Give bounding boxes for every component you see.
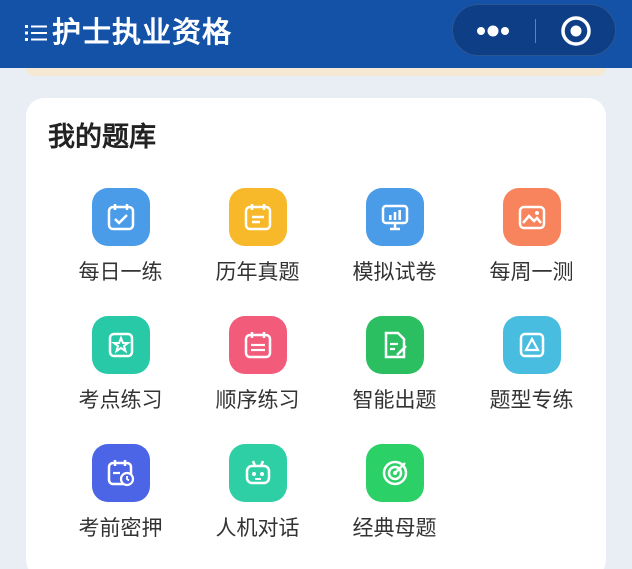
bank-item-label: 模拟试卷 — [352, 260, 437, 284]
banner-edge — [26, 68, 606, 76]
picture-icon — [518, 205, 546, 230]
question-types-tile — [503, 316, 561, 374]
calendar-order-icon — [244, 332, 272, 359]
bank-item-dialogue[interactable]: 人机对话 — [189, 444, 326, 564]
pre-exam-tile — [92, 444, 150, 502]
triangle-frame-icon — [519, 332, 545, 358]
bank-item-label: 经典母题 — [352, 516, 437, 540]
document-edit-icon — [384, 331, 407, 359]
mini-program-capsule — [452, 4, 616, 56]
bank-item-label: 题型专练 — [489, 388, 574, 412]
target-icon — [382, 460, 408, 486]
smart-questions-tile — [366, 316, 424, 374]
bank-item-sequential[interactable]: 顺序练习 — [189, 316, 326, 436]
calendar-check-icon — [107, 204, 135, 231]
question-bank-card: 我的题库 每日一练 历年真题 模拟试卷 每周一测 考点练习 顺序练习 智能出题 … — [26, 98, 606, 569]
past-exams-tile — [229, 188, 287, 246]
bank-item-label: 考点练习 — [78, 388, 163, 412]
sequential-tile — [229, 316, 287, 374]
classic-questions-tile — [366, 444, 424, 502]
bank-item-label: 每周一测 — [489, 260, 574, 284]
top-bar: 护士执业资格 — [0, 0, 632, 68]
more-button[interactable] — [453, 5, 535, 57]
presentation-chart-icon — [381, 204, 409, 231]
mock-exam-tile — [366, 188, 424, 246]
bank-item-label: 考前密押 — [78, 516, 163, 540]
bank-item-mock-exam[interactable]: 模拟试卷 — [326, 188, 463, 308]
dialogue-tile — [229, 444, 287, 502]
list-menu-icon[interactable] — [24, 21, 48, 45]
bank-item-label: 每日一练 — [78, 260, 163, 284]
robot-icon — [245, 460, 271, 485]
target-close-icon — [561, 16, 591, 46]
bank-item-smart-questions[interactable]: 智能出题 — [326, 316, 463, 436]
section-heading: 我的题库 — [48, 122, 156, 153]
bank-item-key-points[interactable]: 考点练习 — [52, 316, 189, 436]
bank-item-pre-exam[interactable]: 考前密押 — [52, 444, 189, 564]
bank-item-weekly-test[interactable]: 每周一测 — [463, 188, 600, 308]
bank-item-question-types[interactable]: 题型专练 — [463, 316, 600, 436]
star-badge-icon — [108, 332, 134, 358]
daily-practice-tile — [92, 188, 150, 246]
bank-item-label: 人机对话 — [215, 516, 300, 540]
weekly-test-tile — [503, 188, 561, 246]
close-button[interactable] — [536, 5, 617, 57]
key-points-tile — [92, 316, 150, 374]
calendar-list-icon — [244, 204, 272, 231]
page-title: 护士执业资格 — [52, 15, 233, 49]
calendar-clock-icon — [107, 460, 135, 487]
bank-item-label: 历年真题 — [215, 260, 300, 284]
bank-item-label: 智能出题 — [352, 388, 437, 412]
bank-item-past-exams[interactable]: 历年真题 — [189, 188, 326, 308]
bank-item-classic-questions[interactable]: 经典母题 — [326, 444, 463, 564]
bank-item-daily-practice[interactable]: 每日一练 — [52, 188, 189, 308]
bank-item-label: 顺序练习 — [215, 388, 300, 412]
more-dots-icon — [477, 25, 509, 37]
